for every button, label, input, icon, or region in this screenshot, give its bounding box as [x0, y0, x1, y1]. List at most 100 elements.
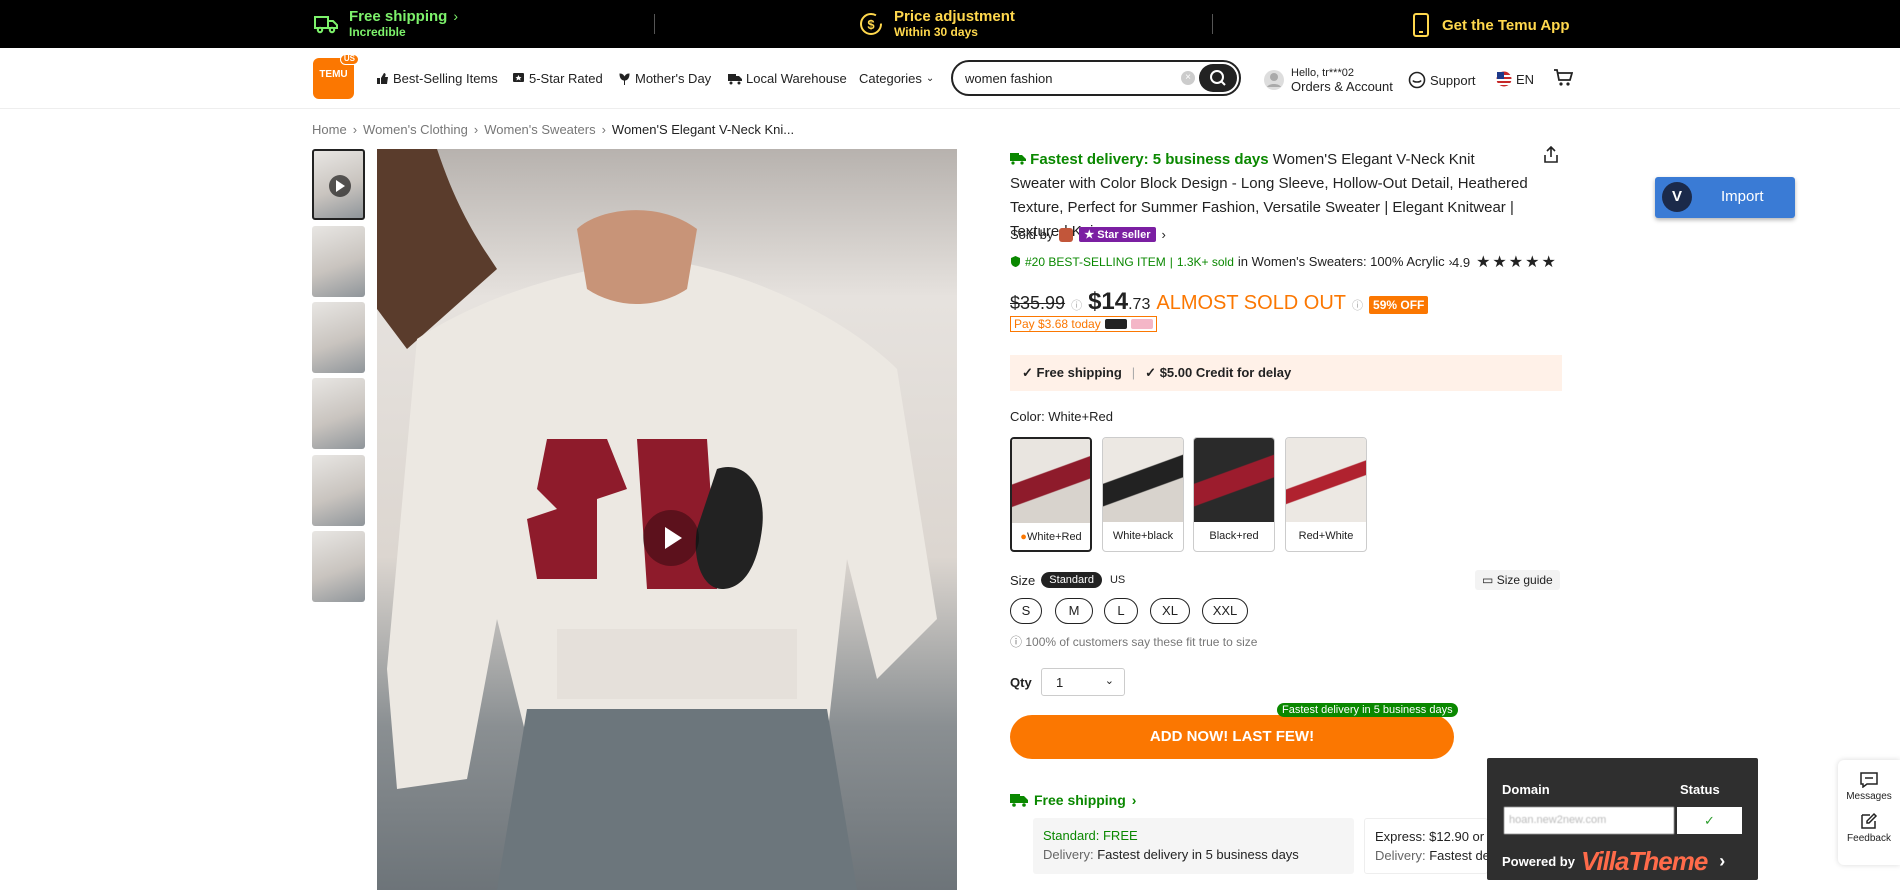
swatch-image	[1286, 438, 1366, 522]
breadcrumb-home[interactable]: Home	[312, 122, 347, 137]
feedback-label: Feedback	[1847, 833, 1891, 844]
svg-text:$: $	[867, 17, 875, 32]
size-option-m[interactable]: M	[1055, 598, 1093, 624]
store-avatar	[1059, 227, 1074, 242]
express-shipping-card[interactable]: Express: $12.90 or F Delivery: Fastest d…	[1364, 818, 1496, 874]
size-standard-option[interactable]: Standard	[1041, 572, 1102, 588]
size-us-option[interactable]: US	[1102, 572, 1133, 588]
get-app-label: Get the Temu App	[1442, 16, 1570, 34]
support-label: Support	[1430, 72, 1476, 88]
hot-icon: ●	[1020, 531, 1027, 543]
info-icon[interactable]: ⓘ	[1352, 297, 1363, 313]
thumbnail-image[interactable]	[312, 302, 365, 373]
search-input[interactable]: women fashion	[965, 71, 1052, 86]
nav-link-label: Local Warehouse	[746, 71, 847, 86]
star-badge-icon	[513, 73, 524, 82]
pay-today-badge[interactable]: Pay $3.68 today	[1010, 316, 1157, 332]
shipping-benefits: ✓ Free shipping | ✓ $5.00 Credit for del…	[1010, 355, 1562, 391]
nav-local-warehouse[interactable]: Local Warehouse	[728, 71, 847, 86]
color-option-white-red[interactable]: ●White+Red	[1010, 437, 1092, 552]
size-option-xl[interactable]: XL	[1150, 598, 1190, 624]
support-link[interactable]: Support	[1408, 71, 1476, 89]
domain-value: hoan.new2new.com	[1504, 807, 1674, 834]
clear-icon[interactable]: ×	[1181, 71, 1195, 85]
size-option-s[interactable]: S	[1010, 598, 1042, 624]
thumbnail-image[interactable]	[312, 455, 365, 526]
price-adjust-sub: Within 30 days	[894, 25, 978, 39]
chevron-down-icon: ⌄	[1104, 675, 1114, 687]
discount-badge: 59% OFF	[1369, 296, 1429, 314]
swatch-image	[1103, 438, 1183, 522]
ruler-icon: ▭	[1482, 573, 1494, 587]
thumbnail-image[interactable]	[312, 226, 365, 297]
add-to-cart-button[interactable]: ADD NOW! LAST FEW!	[1010, 715, 1454, 759]
size-guide-label: Size guide	[1496, 573, 1553, 587]
rating-value: 4.9	[1452, 254, 1471, 270]
logo-text: TEMU	[319, 69, 348, 80]
express-shipping-title: Express: $12.90 or F	[1375, 829, 1496, 844]
free-shipping-title: Free shipping	[349, 8, 448, 25]
breadcrumb-womens-clothing[interactable]: Women's Clothing	[363, 122, 468, 137]
cart-button[interactable]	[1553, 68, 1574, 93]
truck-icon	[1010, 794, 1028, 807]
rating[interactable]: 4.9 ★★★★★	[1452, 252, 1558, 272]
size-guide-button[interactable]: ▭ Size guide	[1475, 570, 1560, 590]
search-button[interactable]	[1199, 64, 1237, 92]
free-shipping-link[interactable]: Free shipping ›	[1010, 792, 1136, 808]
color-option-black-red[interactable]: Black+red	[1193, 437, 1275, 552]
get-app-promo[interactable]: Get the Temu App	[1412, 13, 1570, 37]
info-icon[interactable]: ⓘ	[1071, 297, 1082, 313]
language-selector[interactable]: EN	[1496, 71, 1534, 87]
temu-logo[interactable]: TEMU US	[313, 54, 359, 99]
side-toolbar: Messages Feedback	[1838, 760, 1900, 865]
pay-today-label: Pay $3.68 today	[1014, 317, 1101, 331]
nav-best-selling[interactable]: Best-Selling Items	[376, 71, 498, 86]
size-row: Size Standard US	[1010, 572, 1133, 588]
nav-mothers-day[interactable]: Mother's Day	[618, 71, 711, 86]
account-menu[interactable]: Hello, tr***02 Orders & Account	[1263, 67, 1393, 93]
search-icon	[1210, 70, 1226, 86]
price-dollars: $14	[1088, 288, 1129, 315]
status-check-icon: ✓	[1677, 807, 1742, 834]
best-selling-rank[interactable]: #20 BEST-SELLING ITEM | 1.3K+ sold in Wo…	[1010, 254, 1453, 269]
thumbnail-image[interactable]	[312, 531, 365, 602]
size-option-xxl[interactable]: XXL	[1202, 598, 1248, 624]
quantity-select[interactable]: 1 ⌄	[1041, 668, 1125, 696]
color-option-white-black[interactable]: White+black	[1102, 437, 1184, 552]
delivery-label: Delivery:	[1043, 847, 1094, 862]
credit-benefit: ✓ $5.00 Credit for delay	[1145, 365, 1291, 381]
villatheme-logo-icon: V	[1662, 182, 1692, 212]
villatheme-footer[interactable]: Powered by VillaTheme ›	[1502, 848, 1726, 874]
standard-shipping-card[interactable]: Standard: FREE Delivery: Fastest deliver…	[1033, 818, 1354, 874]
price-adjust-promo[interactable]: $ Price adjustment Within 30 days	[858, 8, 1015, 39]
nav-categories[interactable]: Categories ⌄	[859, 71, 934, 86]
messages-button[interactable]: Messages	[1838, 760, 1900, 802]
color-option-red-white[interactable]: Red+White	[1285, 437, 1367, 552]
villatheme-panel: Domain Status hoan.new2new.com ✓ Powered…	[1487, 758, 1758, 880]
chevron-right-icon: ›	[1719, 850, 1726, 871]
truck-icon	[728, 73, 742, 84]
share-button[interactable]	[1543, 145, 1559, 169]
import-button[interactable]: V Import	[1655, 177, 1795, 218]
breadcrumb-womens-sweaters[interactable]: Women's Sweaters	[484, 122, 595, 137]
thumbnail-image[interactable]	[312, 378, 365, 449]
chevron-right-icon: ›	[1131, 792, 1137, 808]
thumbnail-video[interactable]	[312, 149, 365, 220]
fast-delivery-badge: Fastest delivery in 5 business days	[1277, 703, 1458, 717]
size-option-l[interactable]: L	[1104, 598, 1138, 624]
nav-link-label: Best-Selling Items	[393, 71, 498, 86]
size-system-toggle[interactable]: Standard US	[1041, 572, 1133, 588]
star-rating-icon: ★★★★★	[1476, 254, 1558, 271]
feedback-button[interactable]: Feedback	[1838, 802, 1900, 844]
video-play-button[interactable]	[643, 510, 699, 566]
search-box[interactable]: women fashion ×	[951, 60, 1241, 96]
sold-by-row[interactable]: Sold by ★ Star seller ›	[1010, 227, 1166, 242]
credit-text: $5.00 Credit for delay	[1159, 365, 1292, 380]
free-shipping-promo[interactable]: Free shipping Incredible ›	[313, 8, 458, 39]
edit-icon	[1861, 812, 1878, 829]
us-flag-icon	[1496, 71, 1512, 87]
region-badge: US	[339, 54, 359, 65]
breadcrumb-separator: ›	[473, 122, 479, 137]
nav-link-label: 5-Star Rated	[529, 71, 603, 86]
nav-five-star[interactable]: 5-Star Rated	[512, 71, 603, 86]
